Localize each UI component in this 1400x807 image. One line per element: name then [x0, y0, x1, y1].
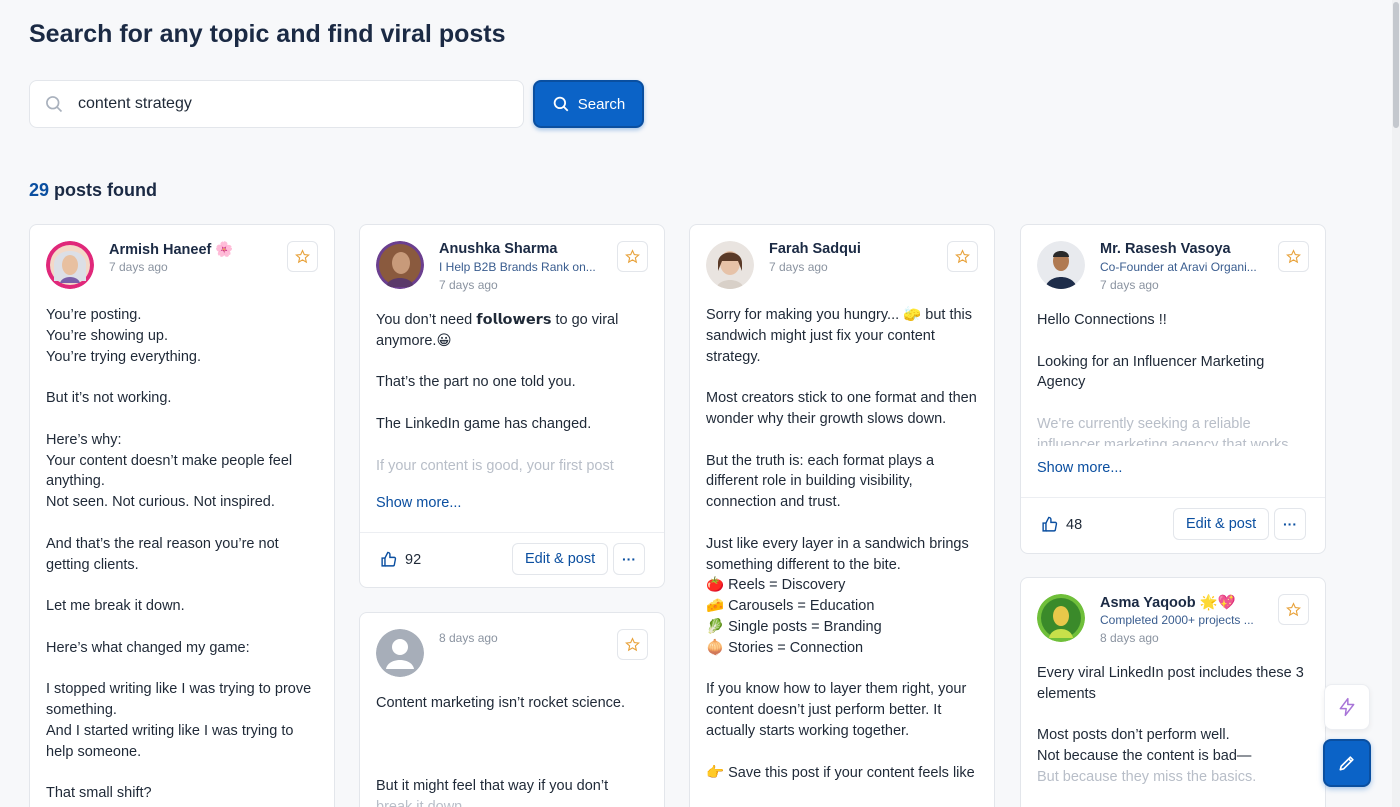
post-body-main: Hello Connections !! Looking for an Infl…: [1037, 312, 1265, 391]
post-body: Content marketing isn’t rocket science. …: [376, 693, 648, 807]
likes-number: 48: [1066, 516, 1083, 533]
search-button[interactable]: Search: [533, 80, 644, 128]
post-body: You’re posting. You’re showing up. You’r…: [46, 307, 312, 802]
favorite-button[interactable]: [617, 241, 648, 272]
author-headline: Completed 2000+ projects ...: [1100, 613, 1254, 627]
post-time: 8 days ago: [439, 631, 498, 645]
author-headline: Co-Founder at Aravi Organi...: [1100, 260, 1257, 274]
author-name[interactable]: Asma Yaqoob 🌟💖: [1100, 594, 1236, 611]
post-body: Every viral LinkedIn post includes these…: [1037, 663, 1309, 788]
author-headline: I Help B2B Brands Rank on...: [439, 260, 596, 274]
post-body-main: Every viral LinkedIn post includes these…: [1037, 665, 1304, 765]
post-card: Mr. Rasesh Vasoya Co-Founder at Aravi Or…: [1020, 224, 1326, 554]
thumbs-up-icon: [1042, 516, 1058, 532]
avatar: [376, 629, 424, 677]
post-body: Hello Connections !! Looking for an Infl…: [1037, 310, 1309, 446]
post-card: Anushka Sharma I Help B2B Brands Rank on…: [359, 224, 665, 588]
ai-assist-button[interactable]: [1324, 684, 1370, 730]
author-name[interactable]: Armish Haneef 🌸: [109, 241, 233, 258]
favorite-button[interactable]: [617, 629, 648, 660]
search-icon: [553, 96, 569, 112]
post-card: Farah Sadqui 7 days ago Sorry for making…: [689, 224, 995, 807]
avatar: [706, 241, 754, 289]
post-card: Armish Haneef 🌸 7 days ago You’re postin…: [29, 224, 335, 807]
more-icon: ···: [622, 551, 636, 567]
scrollbar[interactable]: [1392, 0, 1400, 807]
page-title: Search for any topic and find viral post…: [29, 20, 506, 48]
star-icon: [955, 249, 970, 264]
scrollbar-thumb[interactable]: [1393, 2, 1399, 128]
star-icon: [625, 637, 640, 652]
star-icon: [1286, 602, 1301, 617]
star-icon: [625, 249, 640, 264]
post-time: 7 days ago: [109, 260, 168, 274]
post-body-faded: If your content is good, your first post: [376, 457, 614, 474]
compose-post-button[interactable]: [1323, 739, 1371, 787]
favorite-button[interactable]: [1278, 241, 1309, 272]
avatar: [1037, 241, 1085, 289]
post-body-bold: 𝗳𝗼𝗹𝗹𝗼𝘄𝗲𝗿𝘀: [476, 312, 552, 328]
edit-post-button[interactable]: Edit & post: [1173, 508, 1270, 540]
star-icon: [1286, 249, 1301, 264]
post-body-pre: You don’t need: [376, 312, 477, 328]
post-time: 7 days ago: [439, 278, 498, 292]
post-footer: 92 Edit & post ···: [360, 532, 664, 587]
post-body-faded: But because they miss the basics.: [1037, 768, 1257, 785]
post-time: 7 days ago: [1100, 278, 1159, 292]
post-time: 8 days ago: [1100, 631, 1159, 645]
show-more-link[interactable]: Show more...: [376, 495, 461, 511]
favorite-button[interactable]: [947, 241, 978, 272]
author-name[interactable]: Anushka Sharma: [439, 241, 557, 257]
post-body-post: to go viral anymore.😀 That’s the part no…: [376, 312, 619, 432]
likes-count: 48: [1041, 516, 1082, 533]
avatar: [376, 241, 424, 289]
avatar: [46, 241, 94, 289]
post-body: Sorry for making you hungry... 🧽 but thi…: [706, 307, 977, 781]
author-name[interactable]: Farah Sadqui: [769, 241, 861, 257]
post-footer: 48 Edit & post ···: [1021, 497, 1325, 553]
more-icon: ···: [1283, 516, 1297, 532]
search-input[interactable]: [78, 95, 498, 113]
post-body-faded: break it down.: [376, 798, 467, 807]
post-body: You don’t need 𝗳𝗼𝗹𝗹𝗼𝘄𝗲𝗿𝘀 to go viral any…: [376, 310, 648, 476]
post-body-faded: We're currently seeking a reliable influ…: [1037, 415, 1289, 446]
avatar: [1037, 594, 1085, 642]
more-options-button[interactable]: ···: [613, 543, 645, 575]
post-body-main: Content marketing isn’t rocket science. …: [376, 695, 626, 795]
show-more-link[interactable]: Show more...: [1037, 460, 1122, 476]
post-card: 8 days ago Content marketing isn’t rocke…: [359, 612, 665, 807]
author-name[interactable]: Mr. Rasesh Vasoya: [1100, 241, 1231, 257]
search-field[interactable]: [29, 80, 524, 128]
likes-count: 92: [380, 551, 421, 568]
edit-post-button[interactable]: Edit & post: [512, 543, 609, 575]
bolt-icon: [1339, 697, 1355, 717]
post-card: Asma Yaqoob 🌟💖 Completed 2000+ projects …: [1020, 577, 1326, 807]
favorite-button[interactable]: [1278, 594, 1309, 625]
star-icon: [295, 249, 310, 264]
pencil-icon: [1339, 756, 1354, 771]
likes-number: 92: [405, 551, 422, 568]
favorite-button[interactable]: [287, 241, 318, 272]
results-label: posts found: [54, 180, 158, 200]
search-icon: [46, 96, 63, 113]
thumbs-up-icon: [381, 551, 397, 567]
results-number: 29: [29, 180, 50, 200]
search-button-label: Search: [577, 95, 626, 113]
post-time: 7 days ago: [769, 260, 828, 274]
results-count: 29 posts found: [29, 180, 157, 201]
more-options-button[interactable]: ···: [1274, 508, 1306, 540]
